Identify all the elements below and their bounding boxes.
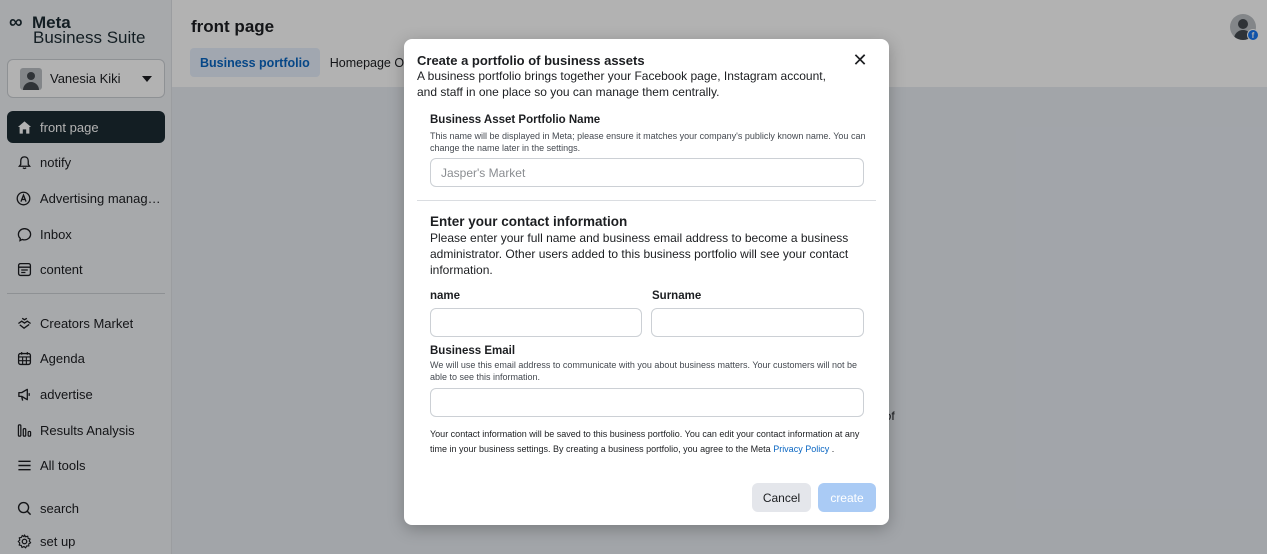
dialog-title: Create a portfolio of business assets <box>417 53 645 68</box>
privacy-note-end: . <box>829 443 835 454</box>
cancel-button[interactable]: Cancel <box>752 483 811 512</box>
portfolio-name-input[interactable] <box>430 158 864 187</box>
portfolio-name-help: This name will be displayed in Meta; ple… <box>430 131 866 153</box>
surname-input[interactable] <box>651 308 864 337</box>
business-email-label: Business Email <box>430 345 516 357</box>
privacy-policy-link[interactable]: Privacy Policy <box>773 444 829 454</box>
close-icon[interactable]: ✕ <box>851 51 869 69</box>
contact-section-text: Please enter your full name and business… <box>430 231 849 277</box>
create-portfolio-dialog: Create a portfolio of business assets A … <box>404 39 889 525</box>
contact-section-title: Enter your contact information <box>430 214 628 229</box>
surname-label: Surname <box>652 290 702 302</box>
business-email-help: We will use this email address to commun… <box>430 360 858 382</box>
dialog-subtitle: A business portfolio brings together you… <box>417 69 826 99</box>
first-name-label: name <box>430 290 461 302</box>
first-name-input[interactable] <box>430 308 642 337</box>
business-email-input[interactable] <box>430 388 864 417</box>
portfolio-name-label: Business Asset Portfolio Name <box>430 114 601 126</box>
section-divider <box>417 200 876 201</box>
create-button[interactable]: create <box>818 483 876 512</box>
privacy-note: Your contact information will be saved t… <box>430 427 860 456</box>
